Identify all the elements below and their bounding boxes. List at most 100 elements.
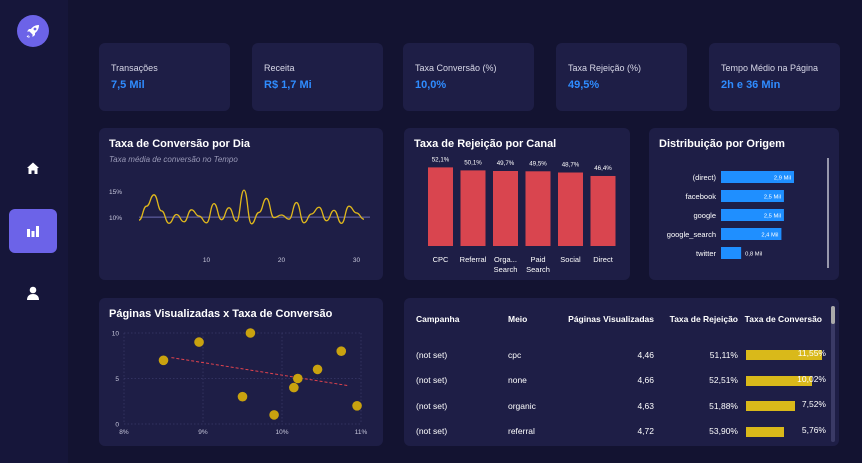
- table-row[interactable]: (not set) referral 4,72 53,90% 5,76%: [416, 419, 826, 445]
- conversion-by-day-card: Taxa de Conversão por Dia Taxa média de …: [99, 128, 383, 280]
- rejection-by-channel-card: Taxa de Rejeição por Canal 52,1% CPC 50,1%…: [404, 128, 630, 280]
- scrollbar-thumb[interactable]: [831, 306, 835, 324]
- rejection-bar: [493, 170, 518, 246]
- bar-data-label: 2,4 Mil: [761, 233, 778, 239]
- y-tick-label: 10: [112, 331, 120, 338]
- conversion-bar-label: 11,55%: [797, 348, 826, 358]
- y-tick-label: 5: [115, 376, 119, 383]
- origin-distribution-card: Distribuição por Origem (direct) 2,9 Mil f…: [649, 128, 839, 280]
- table-scrollbar[interactable]: [831, 306, 835, 442]
- kpi-card-tempo-medio: Tempo Médio na Página 2h e 36 Min: [709, 43, 840, 111]
- conversion-bar-label: 7,52%: [801, 399, 826, 409]
- bar-data-label: 52,1%: [432, 156, 450, 163]
- x-category-label: Paid: [530, 255, 545, 264]
- kpi-label: Tempo Médio na Página: [721, 63, 819, 73]
- y-category-label: google_search: [667, 230, 716, 239]
- scatter-point: [312, 364, 323, 375]
- conversion-bar: [746, 401, 796, 411]
- y-tick-label: 15%: [109, 189, 122, 196]
- scatter-point: [289, 382, 299, 393]
- campaign-table-card: Campanha Meio Páginas Visualizadas Taxa …: [404, 298, 839, 446]
- bar-chart-icon: [27, 226, 39, 237]
- nav-user[interactable]: [9, 271, 57, 315]
- y-category-label: twitter: [696, 249, 717, 258]
- x-tick-label: 20: [278, 257, 286, 264]
- x-tick-label: 11%: [355, 429, 368, 436]
- y-tick-label: 10%: [109, 215, 122, 222]
- dashboard-main: Transações 7,5 Mil Receita R$ 1,7 Mi Tax…: [68, 0, 862, 463]
- nav-home[interactable]: [9, 146, 57, 190]
- col-header-conversao[interactable]: Taxa de Conversão: [742, 308, 826, 330]
- cell-conversao: 11,55%: [742, 342, 826, 368]
- rejection-bar-chart: 52,1%CPC50,1%Referral49,7%Orga...Search4…: [428, 156, 616, 274]
- cell-campanha: (not set): [416, 349, 448, 360]
- kpi-card-taxa-conversao: Taxa Conversão (%) 10,0%: [403, 43, 534, 111]
- col-header-paginas[interactable]: Páginas Visualizadas: [560, 308, 658, 330]
- cell-rejeicao: 53,90%: [709, 426, 738, 437]
- scatter-point: [269, 410, 279, 420]
- campaign-table: Campanha Meio Páginas Visualizadas Taxa …: [416, 308, 826, 444]
- rejection-bar: [428, 167, 453, 246]
- table-row[interactable]: (not set) organic 4,63 51,88% 7,52%: [416, 393, 826, 419]
- conversion-line-chart: 15% 10% 10 20 30: [109, 189, 370, 264]
- bar-data-label: 49,5%: [529, 160, 547, 167]
- kpi-card-receita: Receita R$ 1,7 Mi: [252, 43, 383, 111]
- kpi-label: Receita: [264, 63, 295, 73]
- rejection-bar: [525, 171, 551, 246]
- origin-bar: [721, 247, 742, 259]
- conversion-bar-label: 5,76%: [801, 424, 826, 435]
- kpi-value: 2h e 36 Min: [721, 79, 781, 91]
- user-icon: [27, 286, 39, 300]
- pages-vs-conversion-card: Páginas Visualizadas x Taxa de Conversão…: [99, 298, 383, 446]
- x-tick-label: 9%: [198, 429, 208, 436]
- bar-data-label: 49,7%: [497, 160, 515, 167]
- bar-data-label: 46,4%: [594, 165, 612, 172]
- nav-dashboard[interactable]: [9, 209, 57, 253]
- table-header-row: Campanha Meio Páginas Visualizadas Taxa …: [416, 308, 826, 330]
- scatter-point: [336, 346, 347, 356]
- cell-paginas: 4,72: [637, 426, 654, 437]
- cell-conversao: 5,76%: [742, 419, 826, 445]
- x-tick-label: 30: [353, 257, 361, 264]
- x-category-label: Direct: [593, 255, 614, 264]
- cell-rejeicao: 52,51%: [709, 375, 738, 386]
- x-tick-label: 8%: [119, 429, 129, 436]
- rocket-icon[interactable]: [17, 15, 49, 47]
- x-category-label: Search: [526, 265, 550, 274]
- origin-bar-chart: (direct) 2,9 Mil facebook 2,5 Mil google 2,5 …: [667, 158, 829, 268]
- kpi-label: Taxa Rejeição (%): [568, 63, 642, 73]
- cell-campanha: (not set): [416, 375, 448, 386]
- trend-line: [171, 357, 350, 387]
- col-header-rejeicao[interactable]: Taxa de Rejeição: [658, 308, 742, 330]
- x-category-label: Orga...: [494, 255, 517, 264]
- conversion-bar: [746, 426, 784, 437]
- table-row[interactable]: (not set) none 4,66 52,51% 10,02%: [416, 368, 826, 394]
- x-tick-label: 10: [203, 257, 211, 264]
- scatter-point: [245, 328, 256, 338]
- x-tick-label: 10%: [275, 429, 288, 436]
- cell-rejeicao: 51,88%: [709, 400, 738, 411]
- home-icon: [27, 162, 39, 174]
- conversion-bar-label: 10,02%: [797, 373, 826, 384]
- kpi-value: 10,0%: [415, 79, 447, 91]
- x-category-label: Search: [494, 265, 518, 274]
- kpi-label: Transações: [111, 63, 158, 73]
- scatter-point: [237, 391, 248, 402]
- cell-conversao: 7,52%: [742, 393, 826, 419]
- bar-data-label: 2,9 Mil: [774, 176, 791, 182]
- cell-paginas: 4,63: [637, 400, 654, 411]
- cell-campanha: (not set): [416, 400, 448, 411]
- col-header-meio[interactable]: Meio: [508, 308, 560, 330]
- scatter-point: [293, 373, 303, 384]
- kpi-value: 7,5 Mil: [111, 79, 145, 91]
- cell-meio: referral: [508, 426, 535, 437]
- kpi-card-transacoes: Transações 7,5 Mil: [99, 43, 230, 111]
- cell-meio: cpc: [508, 349, 522, 360]
- sidebar: [0, 0, 68, 463]
- cell-conversao: 10,02%: [742, 368, 826, 394]
- kpi-value: 49,5%: [568, 79, 600, 91]
- col-header-campanha[interactable]: Campanha: [416, 308, 508, 330]
- table-row[interactable]: (not set) cpc 4,46 51,11% 11,55%: [416, 342, 826, 368]
- bar-data-label: 2,5 Mil: [764, 195, 781, 201]
- y-category-label: facebook: [686, 192, 717, 201]
